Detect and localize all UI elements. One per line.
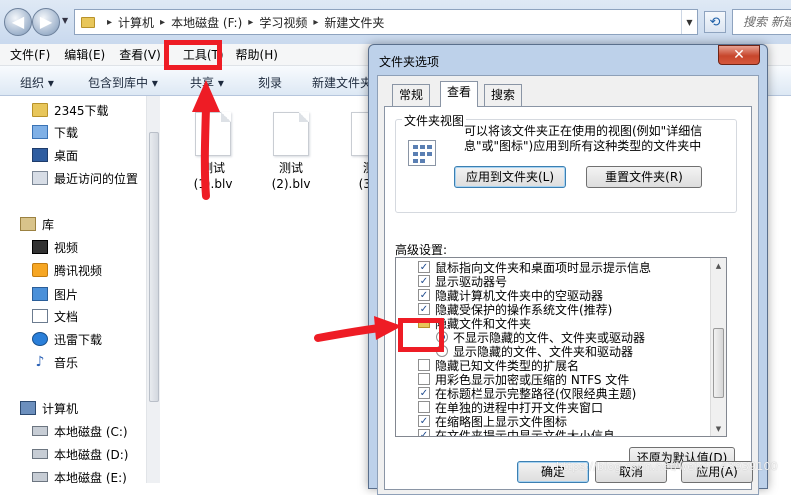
arrow-right-icon [314, 316, 402, 342]
watermark-text: https://blog.csdn.net/weixin_43939100 [556, 460, 778, 473]
arrow-up-icon [192, 80, 220, 200]
tab-view[interactable]: 查看 [440, 81, 479, 107]
annotation-arrows [192, 80, 402, 342]
